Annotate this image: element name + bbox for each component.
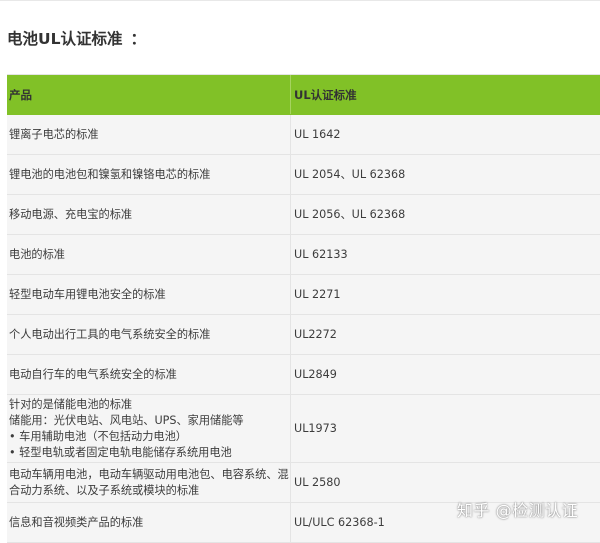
table-row: 锂电池的电池包和镍氢和镍铬电芯的标准 UL 2054、UL 62368 [7, 155, 600, 195]
standard-cell: UL2849 [294, 367, 337, 381]
standard-cell: UL 2271 [294, 287, 341, 301]
product-line: 电动车辆用电池，电动车辆驱动用电池包、电容系统、混 [9, 467, 289, 481]
header-standard: UL认证标准 [294, 87, 357, 102]
table-row: 针对的是储能电池的标准 储能用：光伏电站、风电站、UPS、家用储能等 • 车用辅… [7, 395, 600, 463]
ul-standards-table: 产品 UL认证标准 锂离子电芯的标准 UL 1642 锂电池的电池包和镍氢和镍铬… [7, 74, 600, 543]
product-cell: 个人电动出行工具的电气系统安全的标准 [7, 315, 291, 354]
table-row: 轻型电动车用锂电池安全的标准 UL 2271 [7, 275, 600, 315]
product-line: • 车用辅助电池（不包括动力电池） [9, 429, 187, 443]
product-cell: 电动车辆用电池，电动车辆驱动用电池包、电容系统、混 合动力系统、以及子系统或模块… [7, 463, 291, 502]
standard-cell: UL 2054、UL 62368 [294, 167, 406, 181]
product-line: 合动力系统、以及子系统或模块的标准 [9, 483, 200, 497]
standard-cell: UL 62133 [294, 247, 348, 261]
top-divider [0, 0, 600, 1]
product-line: 储能用：光伏电站、风电站、UPS、家用储能等 [9, 413, 244, 427]
standard-cell: UL 1642 [294, 127, 341, 141]
table-row: 锂离子电芯的标准 UL 1642 [7, 115, 600, 155]
product-lines: 针对的是储能电池的标准 储能用：光伏电站、风电站、UPS、家用储能等 • 车用辅… [9, 397, 244, 461]
product-lines: 电动车辆用电池，电动车辆驱动用电池包、电容系统、混 合动力系统、以及子系统或模块… [9, 467, 289, 499]
standard-cell: UL2272 [294, 327, 337, 341]
product-cell: 移动电源、充电宝的标准 [7, 195, 291, 234]
header-product: 产品 [7, 75, 291, 114]
product-cell: 信息和音视频类产品的标准 [7, 503, 291, 542]
product-cell: 电池的标准 [7, 235, 291, 274]
zhihu-watermark: 知乎 @检测认证 [457, 501, 579, 520]
page-title-text: 电池UL认证标准 [7, 30, 123, 48]
product-cell: 针对的是储能电池的标准 储能用：光伏电站、风电站、UPS、家用储能等 • 车用辅… [7, 395, 291, 462]
table-row: 电动自行车的电气系统安全的标准 UL2849 [7, 355, 600, 395]
product-cell: 电动自行车的电气系统安全的标准 [7, 355, 291, 394]
product-cell: 锂离子电芯的标准 [7, 115, 291, 154]
page-title: 电池UL认证标准 ： [7, 27, 146, 51]
product-line: 针对的是储能电池的标准 [9, 397, 133, 411]
table-row: 个人电动出行工具的电气系统安全的标准 UL2272 [7, 315, 600, 355]
table-row: 电池的标准 UL 62133 [7, 235, 600, 275]
table-header-row: 产品 UL认证标准 [7, 75, 600, 115]
product-cell: 锂电池的电池包和镍氢和镍铬电芯的标准 [7, 155, 291, 194]
product-line: • 轻型电轨或者固定电轨电能储存系统用电池 [9, 445, 232, 459]
page-title-colon: ： [130, 30, 146, 48]
table-row: 移动电源、充电宝的标准 UL 2056、UL 62368 [7, 195, 600, 235]
standard-cell: UL1973 [294, 421, 337, 435]
standard-cell: UL 2056、UL 62368 [294, 207, 406, 221]
product-cell: 轻型电动车用锂电池安全的标准 [7, 275, 291, 314]
